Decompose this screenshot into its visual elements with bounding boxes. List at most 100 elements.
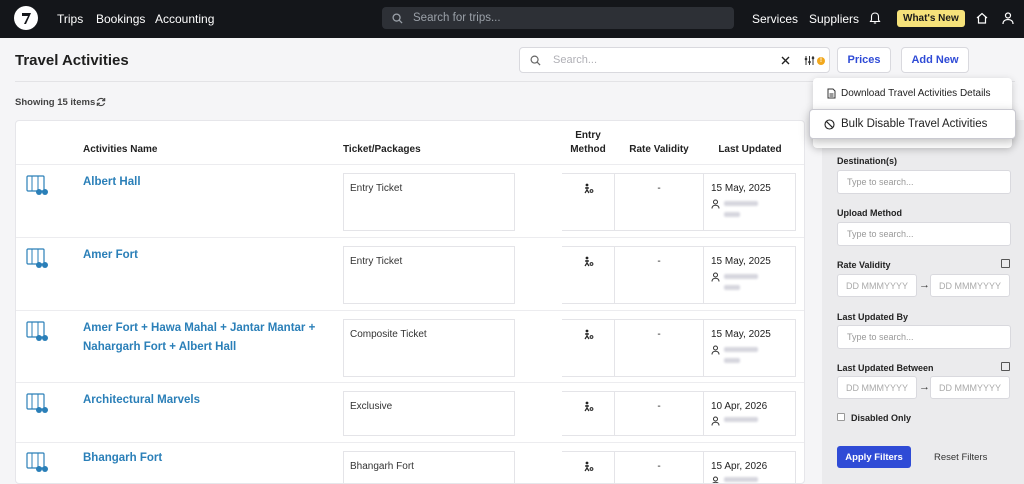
- rate-validity-cell: -: [614, 173, 704, 231]
- global-search-placeholder: Search for trips...: [413, 12, 501, 24]
- bulk-disable-item[interactable]: Bulk Disable Travel Activities: [809, 109, 1016, 139]
- col-rate-validity[interactable]: Rate Validity: [624, 144, 694, 155]
- home-icon[interactable]: [975, 11, 989, 25]
- table-row[interactable]: Amer Fort + Hawa Mahal + Jantar Mantar +…: [16, 310, 804, 382]
- activities-search-input[interactable]: Search... !: [519, 47, 830, 73]
- upload-method-input[interactable]: Type to search...: [837, 222, 1011, 246]
- activity-name-link[interactable]: Bhangarh Fort: [83, 449, 162, 468]
- bulk-disable-label: Bulk Disable Travel Activities: [841, 118, 988, 130]
- activity-icon: [26, 452, 48, 472]
- reset-filters-button[interactable]: Reset Filters: [934, 452, 987, 463]
- filter-badge: !: [817, 57, 825, 65]
- user-icon: [711, 272, 720, 282]
- user-icon[interactable]: [1001, 11, 1015, 25]
- user-icon: [711, 199, 720, 209]
- user-icon: [711, 416, 720, 426]
- updated-date: 15 May, 2025: [711, 183, 771, 194]
- rate-validity-cell: -: [614, 246, 704, 304]
- document-icon: [827, 88, 836, 99]
- table-row[interactable]: Bhangarh Fort Bhangarh Fort - 15 Apr, 20…: [16, 442, 804, 483]
- activity-icon: [26, 175, 48, 195]
- rate-validity-to[interactable]: DD MMMYYYY: [930, 274, 1010, 297]
- whats-new-button[interactable]: What's New: [897, 10, 965, 27]
- search-icon: [392, 12, 403, 24]
- entry-method-cell: [562, 173, 614, 231]
- nav-trips[interactable]: Trips: [57, 0, 83, 38]
- last-updated-cell: 10 Apr, 2026: [704, 391, 796, 436]
- entry-method-cell: [562, 319, 614, 377]
- add-new-button[interactable]: Add New: [901, 47, 969, 73]
- entry-method-cell: [562, 391, 614, 436]
- filter-icon[interactable]: [804, 55, 815, 66]
- activity-icon: [26, 393, 48, 413]
- updated-between-from[interactable]: DD MMMYYYY: [837, 376, 917, 399]
- rate-validity-cell: -: [614, 319, 704, 377]
- col-entry-method[interactable]: Entry Method: [568, 129, 608, 157]
- bell-icon[interactable]: [868, 11, 882, 25]
- nav-suppliers[interactable]: Suppliers: [809, 0, 859, 38]
- activities-table: Activities Name Ticket/Packages Entry Me…: [15, 120, 805, 484]
- ticket-cell: Composite Ticket: [343, 319, 515, 377]
- updated-date: 15 Apr, 2026: [711, 461, 768, 472]
- ticket-cell: Entry Ticket: [343, 246, 515, 304]
- last-updated-cell: 15 Apr, 2026: [704, 451, 796, 483]
- showing-count: Showing 15 items: [15, 97, 96, 108]
- arrow-right-icon: →: [919, 279, 930, 291]
- nav-accounting[interactable]: Accounting: [155, 0, 214, 38]
- col-activities-name[interactable]: Activities Name: [83, 144, 157, 155]
- global-search-input[interactable]: Search for trips...: [382, 7, 734, 29]
- activity-name-link[interactable]: Albert Hall: [83, 173, 141, 192]
- upload-method-label: Upload Method: [837, 208, 902, 218]
- activity-icon: [26, 248, 48, 268]
- prices-dropdown-menu: Download Travel Activities Details Bulk …: [809, 78, 1016, 148]
- person-walking-icon: [584, 401, 593, 412]
- ticket-cell: Exclusive: [343, 391, 515, 436]
- activity-name-link[interactable]: Architectural Marvels: [83, 391, 200, 410]
- redacted-user: [724, 285, 740, 290]
- table-row[interactable]: Architectural Marvels Exclusive - 10 Apr…: [16, 382, 804, 442]
- col-ticket-packages[interactable]: Ticket/Packages: [343, 144, 421, 155]
- refresh-icon[interactable]: [96, 97, 106, 107]
- calendar-icon[interactable]: [1001, 259, 1010, 268]
- redacted-user: [724, 274, 758, 279]
- person-walking-icon: [584, 461, 593, 472]
- calendar-icon[interactable]: [1001, 362, 1010, 371]
- user-icon: [712, 476, 719, 483]
- updated-by-label: Last Updated By: [837, 312, 909, 322]
- nav-services[interactable]: Services: [752, 0, 798, 38]
- updated-between-label: Last Updated Between: [837, 363, 934, 373]
- app-logo[interactable]: [14, 6, 38, 30]
- rate-validity-from[interactable]: DD MMMYYYY: [837, 274, 917, 297]
- col-last-updated[interactable]: Last Updated: [713, 144, 787, 155]
- download-details-label: Download Travel Activities Details: [841, 88, 991, 99]
- ticket-cell: Entry Ticket: [343, 173, 515, 231]
- activity-name-link[interactable]: Amer Fort: [83, 246, 138, 265]
- apply-filters-button[interactable]: Apply Filters: [837, 446, 911, 468]
- clear-icon[interactable]: [781, 56, 790, 65]
- search-placeholder: Search...: [553, 54, 598, 66]
- page-title: Travel Activities: [15, 52, 129, 69]
- table-row[interactable]: Amer Fort Entry Ticket - 15 May, 2025: [16, 237, 804, 310]
- nav-bookings[interactable]: Bookings: [96, 0, 145, 38]
- download-details-item[interactable]: Download Travel Activities Details: [827, 88, 991, 99]
- table-row[interactable]: Albert Hall Entry Ticket - 15 May, 2025: [16, 164, 804, 237]
- entry-method-cell: [562, 451, 614, 483]
- destination-label: Destination(s): [837, 156, 898, 166]
- destination-input[interactable]: Type to search...: [837, 170, 1011, 194]
- ticket-cell: Bhangarh Fort: [343, 451, 515, 483]
- prices-button[interactable]: Prices: [837, 47, 891, 73]
- user-icon: [711, 345, 720, 355]
- redacted-user: [724, 201, 758, 206]
- redacted-user: [724, 477, 758, 482]
- search-icon: [530, 55, 541, 66]
- arrow-right-icon: →: [919, 381, 930, 393]
- last-updated-cell: 15 May, 2025: [704, 173, 796, 231]
- updated-date: 10 Apr, 2026: [711, 401, 768, 412]
- redacted-user: [724, 417, 758, 422]
- rate-validity-cell: -: [614, 391, 704, 436]
- disabled-only-checkbox[interactable]: [837, 413, 845, 421]
- updated-between-to[interactable]: DD MMMYYYY: [930, 376, 1010, 399]
- activity-name-link[interactable]: Amer Fort + Hawa Mahal + Jantar Mantar +…: [83, 319, 323, 357]
- top-navbar: Trips Bookings Accounting Search for tri…: [0, 0, 1024, 38]
- updated-by-input[interactable]: Type to search...: [837, 325, 1011, 349]
